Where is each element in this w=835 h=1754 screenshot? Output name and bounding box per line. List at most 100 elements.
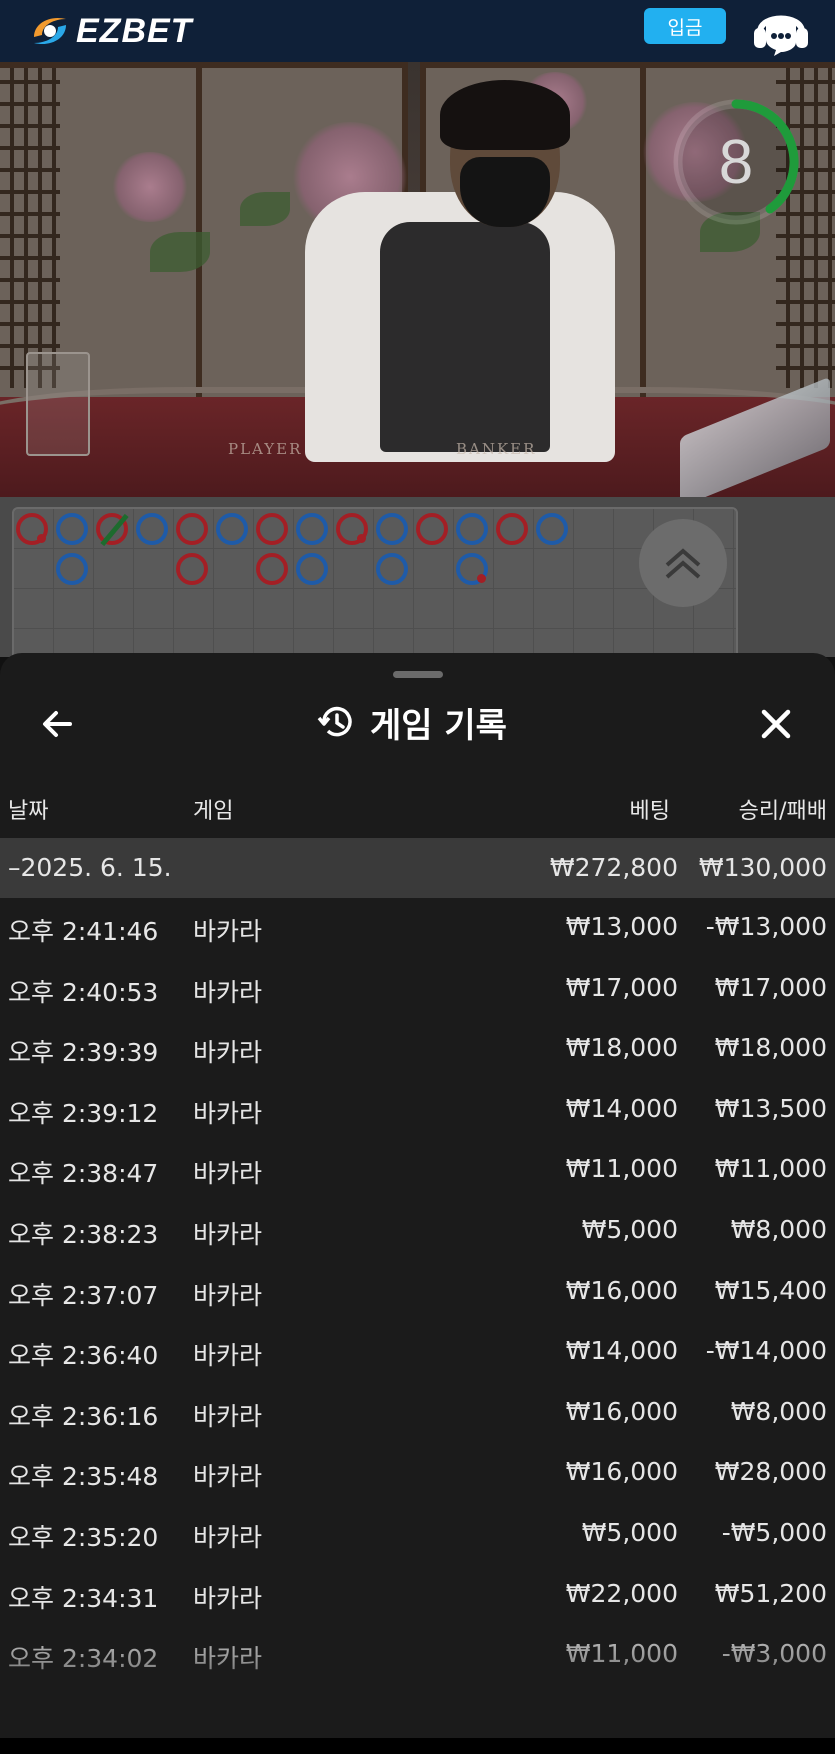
- history-time: 오후 2:36:40: [8, 1341, 159, 1371]
- road-bead-player: [56, 553, 88, 585]
- sheet-title: 게임 기록: [316, 697, 507, 747]
- history-bet: ₩16,000: [565, 1457, 678, 1487]
- dealer-mask: [460, 157, 550, 227]
- double-chevron-up-icon: [665, 548, 701, 579]
- brand-logo[interactable]: EZBET: [28, 8, 192, 54]
- history-result: ₩51,200: [714, 1578, 827, 1608]
- road-bead-player: [136, 513, 168, 545]
- road-bead-banker: [496, 513, 528, 545]
- card-holder: [26, 352, 90, 456]
- history-row[interactable]: 오후 2:40:53 바카라 ₩17,000 ₩17,000: [0, 959, 835, 1019]
- date-group-header[interactable]: –2025. 6. 15. ₩272,800 ₩130,000: [0, 838, 835, 898]
- history-icon: [317, 706, 352, 737]
- history-row[interactable]: 오후 2:41:46 바카라 ₩13,000 -₩13,000: [0, 898, 835, 958]
- history-row[interactable]: 오후 2:39:39 바카라 ₩18,000 ₩18,000: [0, 1019, 835, 1079]
- history-result: ₩18,000: [714, 1033, 827, 1063]
- history-result: ₩8,000: [730, 1396, 827, 1426]
- road-bead-player: [456, 553, 488, 585]
- history-result: -₩5,000: [721, 1518, 827, 1547]
- history-result: ₩28,000: [714, 1457, 827, 1487]
- history-row[interactable]: 오후 2:39:12 바카라 ₩14,000 ₩13,500: [0, 1080, 835, 1140]
- road-bead-player: [296, 513, 328, 545]
- sheet-title-text: 게임 기록: [370, 705, 507, 746]
- history-row[interactable]: 오후 2:35:20 바카라 ₩5,000 -₩5,000: [0, 1504, 835, 1564]
- history-game: 바카라: [193, 1401, 263, 1431]
- history-result: ₩17,000: [714, 972, 827, 1002]
- road-bead-banker: [176, 553, 208, 585]
- history-result: -₩13,000: [705, 912, 827, 941]
- column-header-bet: 베팅: [629, 799, 670, 824]
- history-result: ₩11,000: [714, 1154, 827, 1184]
- history-time: 오후 2:39:39: [8, 1038, 159, 1068]
- road-bead-banker: [336, 513, 368, 545]
- history-row[interactable]: 오후 2:36:40 바카라 ₩14,000 -₩14,000: [0, 1322, 835, 1382]
- history-time: 오후 2:36:16: [8, 1401, 159, 1431]
- history-time: 오후 2:37:07: [8, 1280, 159, 1310]
- history-game: 바카라: [193, 1341, 263, 1371]
- history-game: 바카라: [193, 1583, 263, 1613]
- column-header-date: 날짜: [8, 799, 49, 824]
- history-game: 바카라: [193, 977, 263, 1007]
- history-result: ₩8,000: [730, 1215, 827, 1244]
- expand-roadmap-button[interactable]: [639, 519, 727, 607]
- dealer-hair: [440, 80, 570, 150]
- date-group-bet-total: ₩272,800: [549, 853, 678, 882]
- history-row[interactable]: 오후 2:36:16 바카라 ₩16,000 ₩8,000: [0, 1383, 835, 1443]
- leaf-decoration: [150, 232, 210, 272]
- date-group-label: –2025. 6. 15.: [8, 853, 172, 882]
- history-bet: ₩14,000: [565, 1093, 678, 1123]
- road-bead-player: [536, 513, 568, 545]
- history-bet: ₩16,000: [565, 1396, 678, 1426]
- history-time: 오후 2:35:48: [8, 1462, 159, 1492]
- history-bet: ₩17,000: [565, 972, 678, 1002]
- history-result: ₩15,400: [714, 1275, 827, 1305]
- dealer-vest: [380, 222, 550, 452]
- road-bead-banker: [176, 513, 208, 545]
- road-bead-player: [56, 513, 88, 545]
- history-row[interactable]: 오후 2:38:23 바카라 ₩5,000 ₩8,000: [0, 1201, 835, 1261]
- live-video[interactable]: PLAYER BANKER 8: [0, 62, 835, 497]
- road-bead-player: [296, 553, 328, 585]
- deposit-button[interactable]: 입금: [644, 8, 726, 44]
- big-road-grid[interactable]: [12, 507, 738, 671]
- customer-support-icon[interactable]: [748, 2, 814, 58]
- countdown-number: 8: [718, 127, 754, 197]
- road-bead-player: [376, 553, 408, 585]
- history-time: 오후 2:38:23: [8, 1220, 159, 1249]
- history-row[interactable]: 오후 2:37:07 바카라 ₩16,000 ₩15,400: [0, 1262, 835, 1322]
- history-bet: ₩16,000: [565, 1275, 678, 1305]
- date-group-result-total: ₩130,000: [698, 853, 827, 882]
- history-bet: ₩14,000: [565, 1336, 678, 1366]
- list-fade-overlay: [0, 1613, 835, 1754]
- history-bet: ₩11,000: [565, 1154, 678, 1184]
- road-bead-banker-tie: [96, 513, 129, 547]
- leaf-decoration: [240, 192, 290, 226]
- history-row[interactable]: 오후 2:38:47 바카라 ₩11,000 ₩11,000: [0, 1140, 835, 1200]
- game-history-sheet: 게임 기록 날짜 게임 베팅 승리/패배 –2025. 6. 15. ₩272,…: [0, 653, 835, 1754]
- history-bet: ₩5,000: [581, 1215, 678, 1244]
- history-result: -₩14,000: [705, 1336, 827, 1366]
- sheet-drag-handle[interactable]: [393, 671, 443, 678]
- felt-banker-label: BANKER: [456, 440, 537, 458]
- history-bet: ₩13,000: [565, 912, 678, 941]
- history-game: 바카라: [193, 1280, 263, 1310]
- history-time: 오후 2:40:53: [8, 977, 159, 1007]
- history-game: 바카라: [193, 917, 263, 946]
- history-time: 오후 2:39:12: [8, 1098, 159, 1128]
- history-time: 오후 2:34:31: [8, 1583, 159, 1613]
- road-bead-player: [216, 513, 248, 545]
- close-icon[interactable]: [752, 700, 800, 748]
- history-bet: ₩18,000: [565, 1033, 678, 1063]
- history-bet: ₩22,000: [565, 1578, 678, 1608]
- road-bead-banker: [16, 513, 48, 545]
- road-bead-player: [376, 513, 408, 545]
- road-bead-banker: [256, 553, 288, 585]
- history-game: 바카라: [193, 1523, 263, 1552]
- history-game: 바카라: [193, 1220, 263, 1249]
- road-bead-player: [456, 513, 488, 545]
- top-bar: EZBET 입금: [0, 0, 835, 62]
- history-row[interactable]: 오후 2:35:48 바카라 ₩16,000 ₩28,000: [0, 1443, 835, 1503]
- back-arrow-icon[interactable]: [36, 702, 80, 746]
- brand-name: EZBET: [76, 11, 193, 50]
- road-bead-banker: [256, 513, 288, 545]
